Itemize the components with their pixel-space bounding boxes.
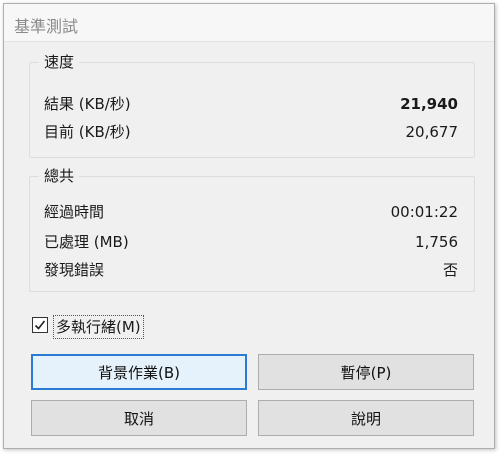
current-speed-label: 目前 (KB/秒)	[44, 123, 131, 141]
result-speed-value: 21,940	[400, 95, 458, 113]
speed-group: 速度 結果 (KB/秒) 21,940 目前 (KB/秒) 20,677	[29, 53, 475, 158]
title-bar[interactable]: 基準測試	[4, 4, 494, 42]
errors-value: 否	[442, 261, 458, 279]
processed-row: 已處理 (MB) 1,756	[44, 231, 458, 253]
benchmark-dialog: 基準測試 速度 結果 (KB/秒) 21,940 目前 (KB/秒) 20,67…	[3, 3, 495, 449]
elapsed-time-value: 00:01:22	[390, 203, 458, 221]
errors-label: 發現錯誤	[44, 261, 105, 279]
cancel-button[interactable]: 取消	[31, 400, 247, 436]
elapsed-time-label: 經過時間	[44, 203, 105, 221]
errors-row: 發現錯誤 否	[44, 259, 458, 281]
total-group: 總共 經過時間 00:01:22 已處理 (MB) 1,756 發現錯誤 否	[29, 167, 475, 292]
background-button[interactable]: 背景作業(B)	[31, 354, 247, 390]
multithread-checkbox[interactable]	[32, 317, 48, 333]
total-group-legend: 總共	[39, 167, 80, 185]
window-title: 基準測試	[14, 17, 79, 36]
check-icon	[34, 320, 46, 330]
multithread-label[interactable]: 多執行緒(M)	[53, 315, 144, 339]
processed-value: 1,756	[415, 233, 458, 251]
elapsed-time-row: 經過時間 00:01:22	[44, 201, 458, 223]
current-speed-value: 20,677	[405, 123, 459, 141]
current-speed-row: 目前 (KB/秒) 20,677	[44, 121, 458, 143]
pause-button[interactable]: 暫停(P)	[258, 354, 474, 390]
speed-group-legend: 速度	[39, 53, 80, 71]
result-speed-label: 結果 (KB/秒)	[44, 95, 131, 113]
help-button[interactable]: 說明	[258, 400, 474, 436]
result-speed-row: 結果 (KB/秒) 21,940	[44, 93, 458, 115]
processed-label: 已處理 (MB)	[44, 233, 129, 251]
